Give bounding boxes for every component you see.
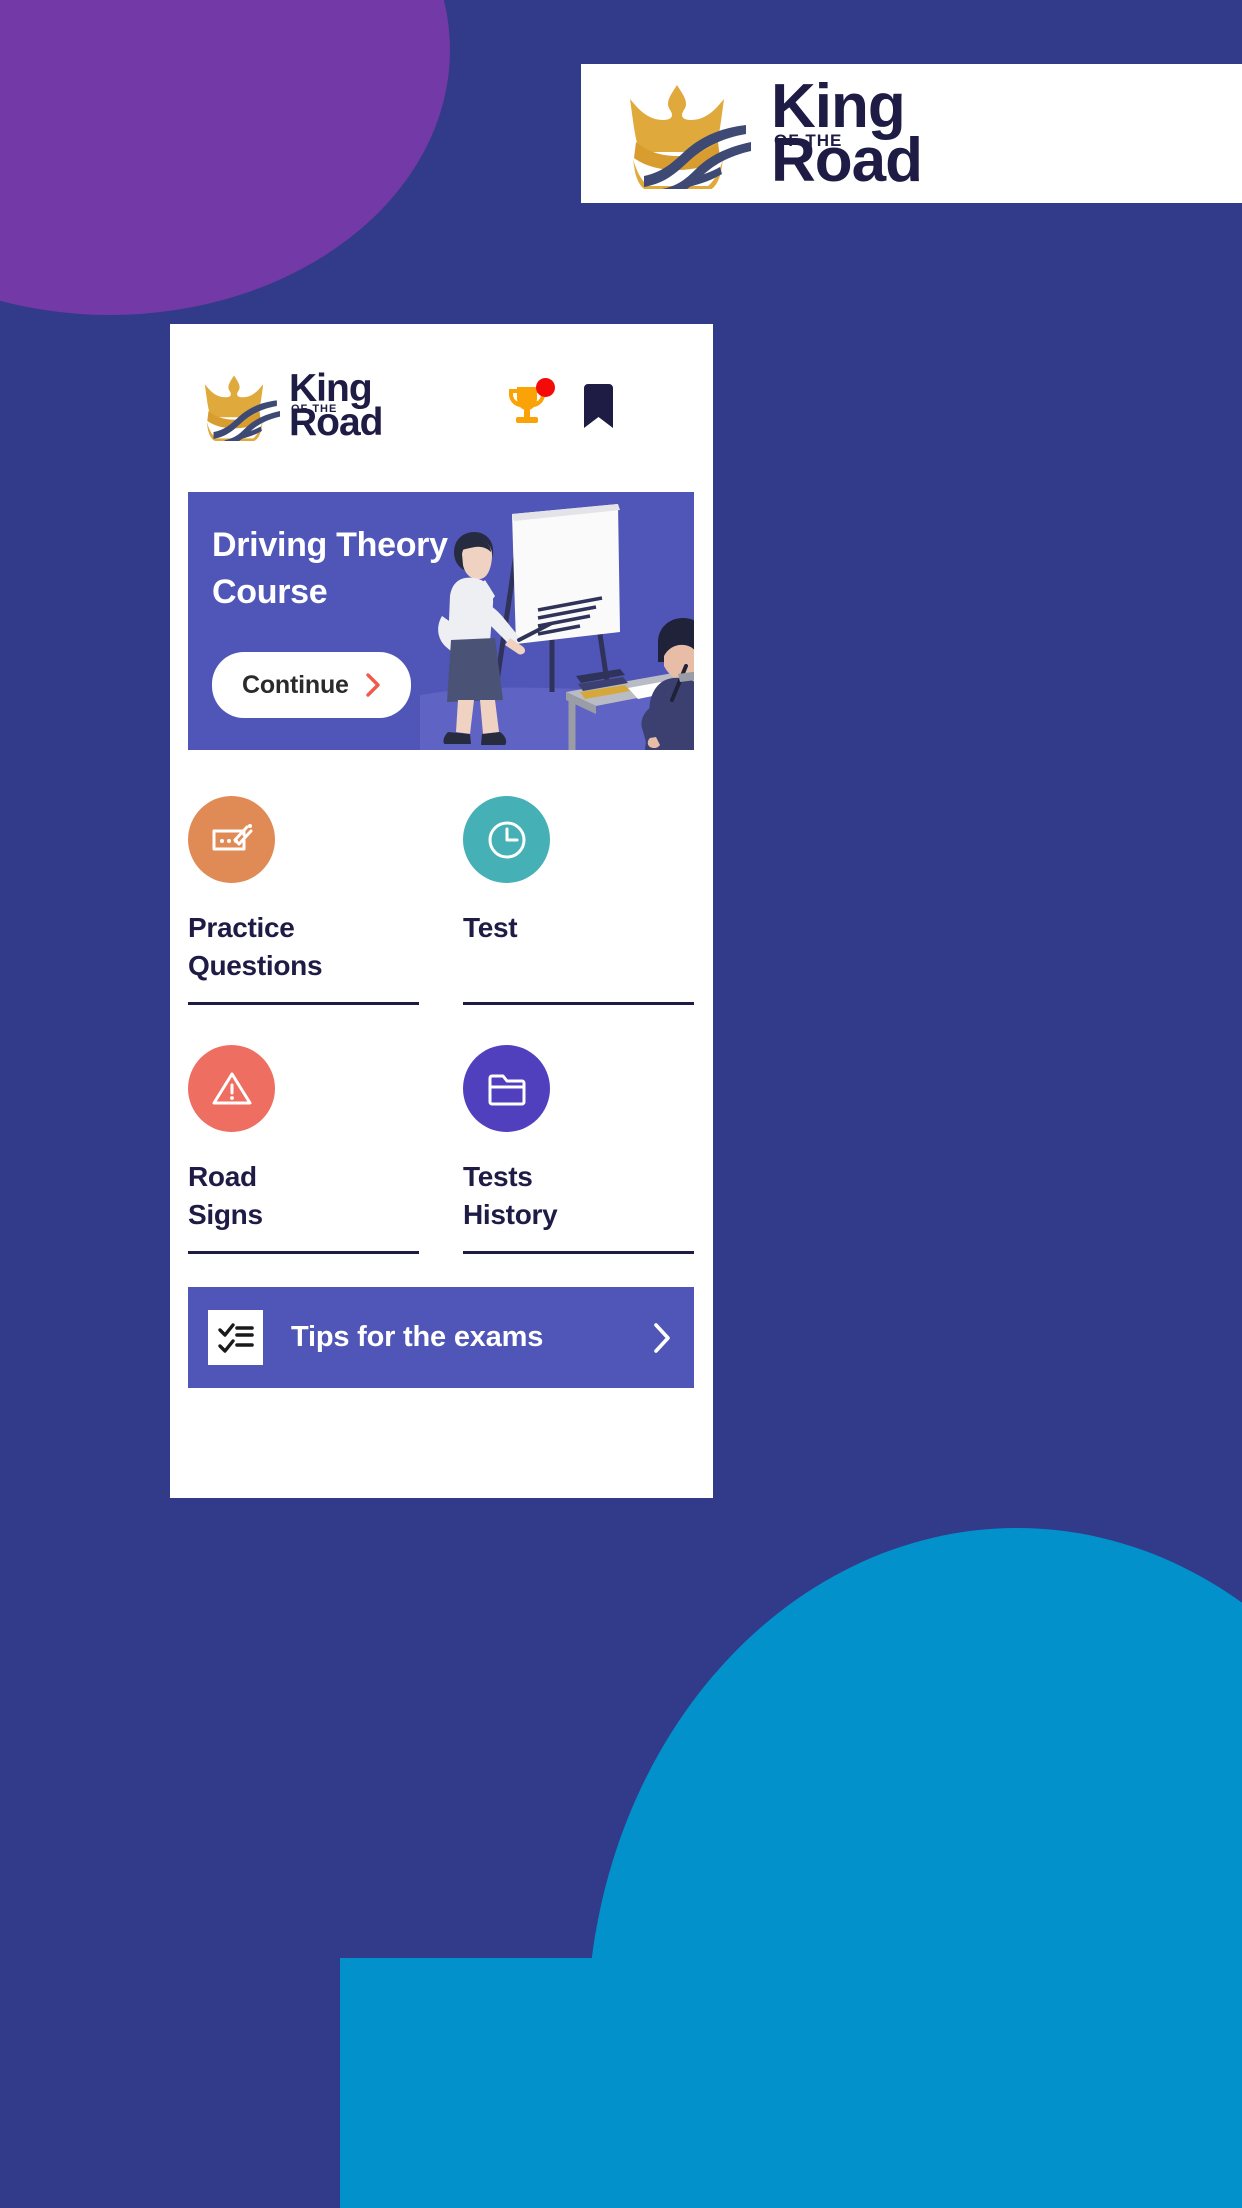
menu-button[interactable] <box>647 389 688 423</box>
menu-row-1: Practice Questions Test <box>188 756 694 1005</box>
menu-row-2: Road Signs Tests History <box>188 1005 694 1254</box>
tile-divider <box>188 1251 419 1254</box>
notification-badge <box>536 377 555 397</box>
road-signs-icon-circle <box>188 1045 275 1132</box>
continue-button[interactable]: Continue <box>212 652 411 718</box>
tile-label-line-1: Road <box>188 1161 257 1192</box>
tile-label-line-1: Test <box>463 912 518 943</box>
purple-blob-shape <box>0 0 450 315</box>
tile-practice-questions[interactable]: Practice Questions <box>188 756 441 1005</box>
tile-test-label: Test <box>463 909 694 989</box>
tile-road-signs-label: Road Signs <box>188 1158 419 1238</box>
tile-label-line-2: History <box>463 1199 558 1231</box>
blue-footer-shape <box>340 1958 940 2208</box>
king-of-the-road-crown-icon <box>204 375 280 441</box>
practice-questions-icon-circle <box>188 796 275 883</box>
tile-label-line-2: Signs <box>188 1199 263 1231</box>
checklist-icon <box>217 1322 254 1353</box>
tile-practice-questions-label: Practice Questions <box>188 909 419 989</box>
continue-button-label: Continue <box>242 670 349 699</box>
chevron-right-icon <box>366 673 380 697</box>
app-header: King OF THE Road <box>170 324 713 487</box>
tile-test[interactable]: Test <box>441 756 694 1005</box>
chevron-right-icon <box>654 1322 670 1353</box>
app-logo[interactable]: King OF THE Road <box>188 369 383 442</box>
brand-wordmark: King OF THE Road <box>771 75 923 191</box>
tests-history-icon-circle <box>463 1045 550 1132</box>
clock-icon <box>488 821 525 858</box>
bookmark-button[interactable] <box>582 383 615 428</box>
hero-title-line-2: Course <box>212 572 328 611</box>
brand-subline: OF THE <box>774 130 843 150</box>
tile-divider <box>463 1251 694 1254</box>
tile-tests-history[interactable]: Tests History <box>441 1005 694 1254</box>
header-icon-group <box>504 377 694 428</box>
folder-icon <box>488 1074 525 1105</box>
tile-tests-history-label: Tests History <box>463 1158 694 1238</box>
app-wordmark: King OF THE Road <box>289 369 383 442</box>
king-of-the-road-crown-icon <box>630 84 751 189</box>
tile-road-signs[interactable]: Road Signs <box>188 1005 441 1254</box>
hero-title-line-1: Driving Theory <box>212 526 448 564</box>
test-icon-circle <box>463 796 550 883</box>
tips-icon-box <box>208 1310 263 1365</box>
app-logo-subline: OF THE <box>291 402 338 415</box>
menu-grid: Practice Questions Test Road Signs Tests… <box>170 756 713 1254</box>
brand-banner: King OF THE Road <box>581 64 1242 203</box>
hero-banner: Driving Theory Course Continue <box>188 492 694 750</box>
tips-banner-label: Tips for the exams <box>291 1321 544 1353</box>
tile-label-line-1: Tests <box>463 1161 533 1192</box>
bookmark-icon <box>584 383 613 428</box>
app-screen-card: King OF THE Road Driving Theory Course C… <box>170 324 713 1498</box>
tile-label-line-1: Practice <box>188 912 295 943</box>
warning-triangle-icon <box>212 1072 251 1104</box>
tips-for-exams-banner[interactable]: Tips for the exams <box>188 1287 694 1388</box>
tile-label-line-2: Questions <box>188 950 323 982</box>
classroom-illustration <box>420 504 694 750</box>
form-edit-icon <box>212 823 252 850</box>
trophy-button[interactable] <box>504 377 555 428</box>
